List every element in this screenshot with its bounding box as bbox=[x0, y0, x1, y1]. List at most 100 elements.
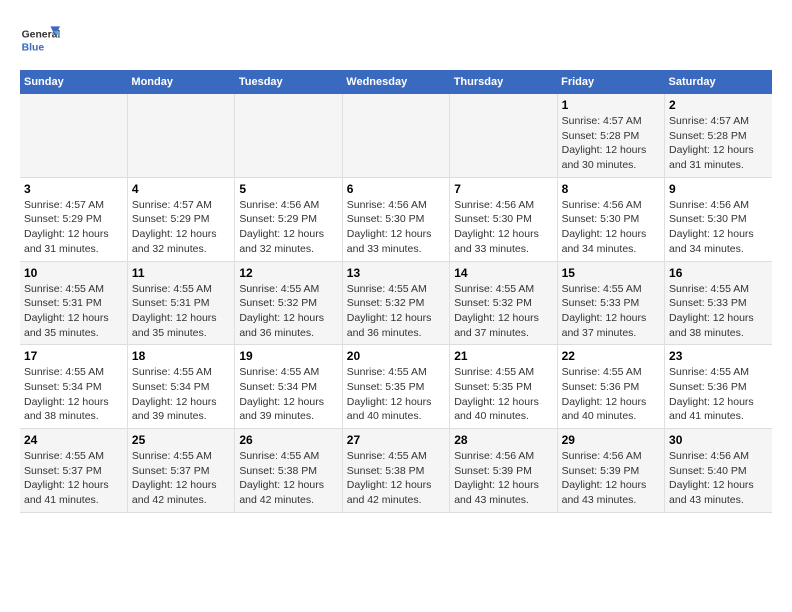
day-number: 16 bbox=[669, 266, 768, 280]
day-number: 24 bbox=[24, 433, 123, 447]
day-info: Sunrise: 4:55 AM Sunset: 5:36 PM Dayligh… bbox=[669, 365, 768, 424]
day-number: 23 bbox=[669, 349, 768, 363]
calendar-cell: 13Sunrise: 4:55 AM Sunset: 5:32 PM Dayli… bbox=[342, 261, 449, 345]
day-header-thursday: Thursday bbox=[450, 70, 557, 94]
day-info: Sunrise: 4:56 AM Sunset: 5:39 PM Dayligh… bbox=[562, 449, 660, 508]
day-header-saturday: Saturday bbox=[665, 70, 772, 94]
calendar-cell: 30 Sunrise: 4:56 AM Sunset: 5:40 PM Dayli… bbox=[665, 429, 772, 513]
day-info: Sunrise: 4:55 AM Sunset: 5:36 PM Dayligh… bbox=[562, 365, 660, 424]
day-info: Sunrise: 4:55 AM Sunset: 5:37 PM Dayligh… bbox=[132, 449, 230, 508]
day-number: 9 bbox=[669, 182, 768, 196]
calendar-cell: 12 Sunrise: 4:55 AM Sunset: 5:32 PM Dayli… bbox=[235, 261, 342, 345]
day-number: 3 bbox=[24, 182, 123, 196]
calendar-cell: 20 Sunrise: 4:55 AM Sunset: 5:35 PM Dayli… bbox=[342, 345, 449, 429]
calendar-body: 1 Sunrise: 4:57 AM Sunset: 5:28 PM Daylig… bbox=[20, 94, 772, 512]
week-row-4: 17 Sunrise: 4:55 AM Sunset: 5:34 PM Dayli… bbox=[20, 345, 772, 429]
calendar-cell: 25 Sunrise: 4:55 AM Sunset: 5:37 PM Dayli… bbox=[127, 429, 234, 513]
calendar-cell: 10 Sunrise: 4:55 AM Sunset: 5:31 PM Dayli… bbox=[20, 261, 127, 345]
calendar-cell: 28 Sunrise: 4:56 AM Sunset: 5:39 PM Dayli… bbox=[450, 429, 557, 513]
day-number: 26 bbox=[239, 433, 337, 447]
calendar-cell: 18 Sunrise: 4:55 AM Sunset: 5:34 PM Dayli… bbox=[127, 345, 234, 429]
day-info: Sunrise: 4:55 AM Sunset: 5:31 PM Dayligh… bbox=[24, 282, 123, 341]
day-number: 7 bbox=[454, 182, 552, 196]
day-number: 21 bbox=[454, 349, 552, 363]
day-number: 17 bbox=[24, 349, 123, 363]
day-number: 28 bbox=[454, 433, 552, 447]
calendar-cell: 24Sunrise: 4:55 AM Sunset: 5:37 PM Dayli… bbox=[20, 429, 127, 513]
day-info: Sunrise: 4:56 AM Sunset: 5:30 PM Dayligh… bbox=[347, 198, 445, 257]
day-header-sunday: Sunday bbox=[20, 70, 127, 94]
calendar-cell: 6 Sunrise: 4:56 AM Sunset: 5:30 PM Daylig… bbox=[342, 177, 449, 261]
day-header-friday: Friday bbox=[557, 70, 664, 94]
calendar-cell: 26 Sunrise: 4:55 AM Sunset: 5:38 PM Dayli… bbox=[235, 429, 342, 513]
day-info: Sunrise: 4:57 AM Sunset: 5:28 PM Dayligh… bbox=[669, 114, 768, 173]
calendar-cell: 16Sunrise: 4:55 AM Sunset: 5:33 PM Dayli… bbox=[665, 261, 772, 345]
calendar-cell: 1 Sunrise: 4:57 AM Sunset: 5:28 PM Daylig… bbox=[557, 94, 664, 177]
day-info: Sunrise: 4:55 AM Sunset: 5:34 PM Dayligh… bbox=[239, 365, 337, 424]
day-info: Sunrise: 4:55 AM Sunset: 5:38 PM Dayligh… bbox=[347, 449, 445, 508]
week-row-5: 24 Sunrise: 4:55 AM Sunset: 5:37 PM Dayli… bbox=[20, 429, 772, 513]
calendar-cell bbox=[235, 94, 342, 177]
day-number: 20 bbox=[347, 349, 445, 363]
day-info: Sunrise: 4:55 AM Sunset: 5:33 PM Dayligh… bbox=[562, 282, 660, 341]
day-info: Sunrise: 4:56 AM Sunset: 5:29 PM Dayligh… bbox=[239, 198, 337, 257]
calendar-cell: 4 Sunrise: 4:57 AM Sunset: 5:29 PM Daylig… bbox=[127, 177, 234, 261]
calendar-cell bbox=[127, 94, 234, 177]
day-number: 25 bbox=[132, 433, 230, 447]
day-number: 10 bbox=[24, 266, 123, 280]
calendar-cell bbox=[450, 94, 557, 177]
day-header-monday: Monday bbox=[127, 70, 234, 94]
day-info: Sunrise: 4:56 AM Sunset: 5:30 PM Dayligh… bbox=[669, 198, 768, 257]
day-info: Sunrise: 4:57 AM Sunset: 5:29 PM Dayligh… bbox=[132, 198, 230, 257]
calendar-cell: 7 Sunrise: 4:56 AM Sunset: 5:30 PM Daylig… bbox=[450, 177, 557, 261]
day-info: Sunrise: 4:55 AM Sunset: 5:34 PM Dayligh… bbox=[132, 365, 230, 424]
calendar-cell: 27 Sunrise: 4:55 AM Sunset: 5:38 PM Dayli… bbox=[342, 429, 449, 513]
week-row-1: 1 Sunrise: 4:57 AM Sunset: 5:28 PM Daylig… bbox=[20, 94, 772, 177]
day-number: 22 bbox=[562, 349, 660, 363]
logo: General Blue bbox=[20, 20, 60, 60]
day-info: Sunrise: 4:55 AM Sunset: 5:31 PM Dayligh… bbox=[132, 282, 230, 341]
page-header: General Blue bbox=[20, 20, 772, 60]
week-row-3: 10 Sunrise: 4:55 AM Sunset: 5:31 PM Dayli… bbox=[20, 261, 772, 345]
day-info: Sunrise: 4:57 AM Sunset: 5:28 PM Dayligh… bbox=[562, 114, 660, 173]
svg-text:Blue: Blue bbox=[22, 42, 45, 53]
day-info: Sunrise: 4:56 AM Sunset: 5:40 PM Dayligh… bbox=[669, 449, 768, 508]
calendar-cell: 5 Sunrise: 4:56 AM Sunset: 5:29 PM Daylig… bbox=[235, 177, 342, 261]
calendar-header: SundayMondayTuesdayWednesdayThursdayFrid… bbox=[20, 70, 772, 94]
day-info: Sunrise: 4:55 AM Sunset: 5:38 PM Dayligh… bbox=[239, 449, 337, 508]
day-info: Sunrise: 4:56 AM Sunset: 5:30 PM Dayligh… bbox=[454, 198, 552, 257]
day-info: Sunrise: 4:56 AM Sunset: 5:30 PM Dayligh… bbox=[562, 198, 660, 257]
day-number: 27 bbox=[347, 433, 445, 447]
day-number: 8 bbox=[562, 182, 660, 196]
calendar-cell: 3 Sunrise: 4:57 AM Sunset: 5:29 PM Daylig… bbox=[20, 177, 127, 261]
day-number: 2 bbox=[669, 98, 768, 112]
calendar-cell: 9 Sunrise: 4:56 AM Sunset: 5:30 PM Daylig… bbox=[665, 177, 772, 261]
logo-icon: General Blue bbox=[20, 20, 60, 60]
day-info: Sunrise: 4:57 AM Sunset: 5:29 PM Dayligh… bbox=[24, 198, 123, 257]
day-number: 12 bbox=[239, 266, 337, 280]
day-info: Sunrise: 4:55 AM Sunset: 5:32 PM Dayligh… bbox=[239, 282, 337, 341]
day-info: Sunrise: 4:55 AM Sunset: 5:35 PM Dayligh… bbox=[347, 365, 445, 424]
day-number: 18 bbox=[132, 349, 230, 363]
calendar-cell: 22 Sunrise: 4:55 AM Sunset: 5:36 PM Dayli… bbox=[557, 345, 664, 429]
day-info: Sunrise: 4:55 AM Sunset: 5:34 PM Dayligh… bbox=[24, 365, 123, 424]
day-number: 4 bbox=[132, 182, 230, 196]
calendar-cell: 14 Sunrise: 4:55 AM Sunset: 5:32 PM Dayli… bbox=[450, 261, 557, 345]
calendar-cell: 21Sunrise: 4:55 AM Sunset: 5:35 PM Dayli… bbox=[450, 345, 557, 429]
calendar-cell bbox=[342, 94, 449, 177]
day-number: 29 bbox=[562, 433, 660, 447]
day-info: Sunrise: 4:55 AM Sunset: 5:32 PM Dayligh… bbox=[454, 282, 552, 341]
day-info: Sunrise: 4:56 AM Sunset: 5:39 PM Dayligh… bbox=[454, 449, 552, 508]
day-number: 30 bbox=[669, 433, 768, 447]
calendar-cell: 17 Sunrise: 4:55 AM Sunset: 5:34 PM Dayli… bbox=[20, 345, 127, 429]
calendar-cell: 29 Sunrise: 4:56 AM Sunset: 5:39 PM Dayli… bbox=[557, 429, 664, 513]
calendar-table: SundayMondayTuesdayWednesdayThursdayFrid… bbox=[20, 70, 772, 513]
day-header-wednesday: Wednesday bbox=[342, 70, 449, 94]
calendar-cell: 15Sunrise: 4:55 AM Sunset: 5:33 PM Dayli… bbox=[557, 261, 664, 345]
day-number: 6 bbox=[347, 182, 445, 196]
day-number: 13 bbox=[347, 266, 445, 280]
day-number: 5 bbox=[239, 182, 337, 196]
calendar-cell: 11Sunrise: 4:55 AM Sunset: 5:31 PM Dayli… bbox=[127, 261, 234, 345]
day-number: 1 bbox=[562, 98, 660, 112]
day-number: 14 bbox=[454, 266, 552, 280]
